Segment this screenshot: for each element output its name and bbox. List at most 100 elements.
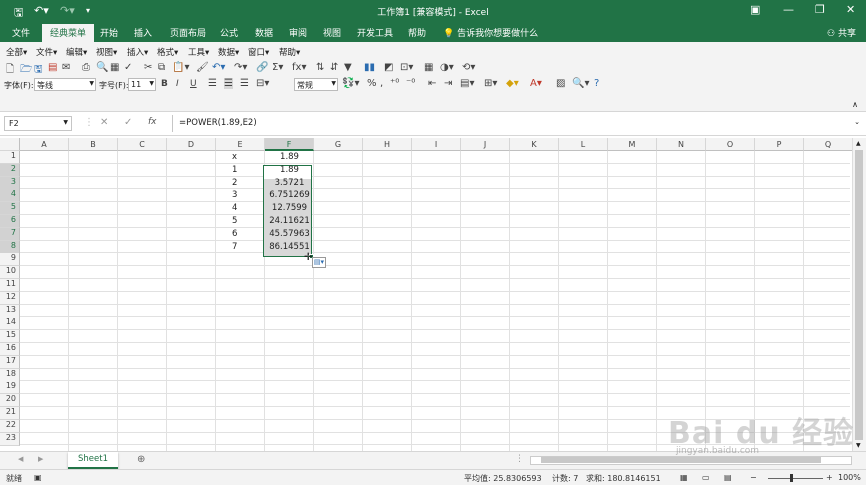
- size-combo[interactable]: 11 ▼: [128, 78, 156, 91]
- find-icon[interactable]: 🔍▾: [572, 78, 589, 89]
- print-icon[interactable]: ⎙: [82, 62, 90, 73]
- conditional-format-icon[interactable]: ▨: [556, 78, 565, 89]
- column-header-h[interactable]: H: [363, 138, 412, 151]
- restore-icon[interactable]: ❐: [815, 3, 825, 16]
- function-icon[interactable]: fx▾: [292, 62, 306, 73]
- filter-icon[interactable]: ▼: [344, 62, 352, 73]
- tab-home[interactable]: 开始: [100, 26, 118, 39]
- menu-tools[interactable]: 工具▾: [188, 46, 209, 58]
- cell-f6[interactable]: 24.11621: [267, 215, 312, 228]
- minimize-icon[interactable]: —: [783, 3, 794, 16]
- zoom-in-icon[interactable]: +: [826, 473, 833, 482]
- tab-page-layout[interactable]: 页面布局: [170, 26, 206, 39]
- grid-icon[interactable]: ▦: [424, 62, 433, 73]
- cell-e5[interactable]: 4: [232, 202, 262, 215]
- worksheet-grid[interactable]: A B C D E F G H I J K L M N O P Q 1 2 3 4 5 6 7 8 9 10 11 12 13 14 15 16…: [0, 138, 866, 451]
- sort-ascending-icon[interactable]: ⇅: [316, 62, 324, 73]
- chart-icon[interactable]: ▮▮: [364, 62, 375, 73]
- cut-icon[interactable]: ✂: [144, 62, 152, 73]
- formula-input[interactable]: =POWER(1.89,E2): [172, 115, 860, 132]
- bold-button[interactable]: B: [161, 79, 168, 89]
- row-header-14[interactable]: 14: [0, 317, 20, 331]
- tab-split-icon[interactable]: ⋮: [515, 454, 524, 464]
- column-header-b[interactable]: B: [69, 138, 118, 151]
- decrease-indent-icon[interactable]: ⇤: [428, 78, 436, 89]
- column-header-l[interactable]: L: [559, 138, 608, 151]
- menu-format[interactable]: 格式▾: [157, 46, 178, 58]
- horizontal-scroll-thumb[interactable]: [541, 457, 821, 463]
- name-box[interactable]: F2 ▼: [4, 116, 72, 131]
- number-format-combo[interactable]: 常规 ▼: [294, 78, 338, 91]
- column-header-i[interactable]: I: [412, 138, 461, 151]
- menu-all[interactable]: 全部▾: [6, 46, 27, 58]
- auto-fill-options-icon[interactable]: ▤▾: [312, 257, 326, 268]
- scroll-down-icon[interactable]: ▼: [856, 442, 861, 449]
- column-header-n[interactable]: N: [657, 138, 706, 151]
- sort-descending-icon[interactable]: ⇵: [330, 62, 338, 73]
- cell-f3[interactable]: 3.5721: [267, 177, 312, 190]
- collapse-ribbon-icon[interactable]: ∧: [852, 100, 858, 109]
- page-layout-view-icon[interactable]: ▭: [702, 473, 710, 482]
- tell-me-search[interactable]: 💡 告诉我你想要做什么: [443, 26, 538, 39]
- undo-icon[interactable]: ↶▾: [212, 62, 225, 73]
- research-icon[interactable]: ▦: [110, 62, 119, 73]
- row-header-11[interactable]: 11: [0, 279, 20, 292]
- menu-window[interactable]: 窗口▾: [248, 46, 269, 58]
- average-value[interactable]: 平均值: 25.8306593: [464, 473, 542, 484]
- zoom-out-icon[interactable]: −: [750, 473, 757, 482]
- row-header-20[interactable]: 20: [0, 394, 20, 408]
- cell-e4[interactable]: 3: [232, 189, 262, 202]
- wrap-icon[interactable]: ▤▾: [460, 78, 474, 89]
- pdf-icon[interactable]: ▤: [48, 62, 57, 73]
- tab-help[interactable]: 帮助: [408, 26, 426, 39]
- menu-file[interactable]: 文件▾: [36, 46, 57, 58]
- row-header-10[interactable]: 10: [0, 266, 20, 280]
- row-header-8[interactable]: 8: [0, 240, 20, 254]
- tab-classic-menu[interactable]: 经典菜单: [42, 24, 95, 42]
- page-break-view-icon[interactable]: ▤: [724, 473, 732, 482]
- column-header-a[interactable]: A: [20, 138, 69, 151]
- row-header-19[interactable]: 19: [0, 381, 20, 395]
- row-header-2[interactable]: 2: [0, 163, 20, 177]
- row-header-13[interactable]: 13: [0, 304, 20, 318]
- menu-help[interactable]: 帮助▾: [279, 46, 300, 58]
- column-header-c[interactable]: C: [118, 138, 167, 151]
- enter-icon[interactable]: ✓: [124, 117, 132, 128]
- increase-indent-icon[interactable]: ⇥: [444, 78, 452, 89]
- macro-icon[interactable]: ⟲▾: [462, 62, 475, 73]
- font-combo[interactable]: 等线 ▼: [34, 78, 96, 91]
- column-header-k[interactable]: K: [510, 138, 559, 151]
- scroll-up-icon[interactable]: ▲: [856, 140, 861, 147]
- insert-function-icon[interactable]: fx: [148, 117, 157, 127]
- cell-f8[interactable]: 86.14551: [267, 241, 312, 250]
- row-header-5[interactable]: 5: [0, 202, 20, 216]
- spelling-icon[interactable]: ✓: [124, 62, 132, 73]
- normal-view-icon[interactable]: ▦: [680, 473, 688, 482]
- zoom-icon[interactable]: ⊡▾: [400, 62, 413, 73]
- tab-review[interactable]: 审阅: [289, 26, 307, 39]
- row-header-4[interactable]: 4: [0, 189, 20, 203]
- format-painter-icon[interactable]: 🖌: [196, 62, 209, 73]
- cell-e7[interactable]: 6: [232, 228, 262, 241]
- column-header-d[interactable]: D: [167, 138, 216, 151]
- comma-icon[interactable]: ,: [380, 78, 383, 89]
- row-header-12[interactable]: 12: [0, 291, 20, 305]
- sum-value[interactable]: 求和: 180.8146151: [586, 473, 661, 484]
- next-sheet-icon[interactable]: ▶: [38, 455, 43, 463]
- row-header-7[interactable]: 7: [0, 227, 20, 241]
- row-header-1[interactable]: 1: [0, 151, 20, 164]
- cell-f4[interactable]: 6.751269: [267, 189, 312, 202]
- row-header-21[interactable]: 21: [0, 407, 20, 420]
- border-icon[interactable]: ⊞▾: [484, 78, 497, 89]
- italic-button[interactable]: I: [176, 79, 179, 89]
- increase-decimal-icon[interactable]: ⁺⁰: [390, 78, 399, 89]
- column-header-f[interactable]: F: [265, 138, 314, 151]
- column-header-p[interactable]: P: [755, 138, 804, 151]
- zoom-slider-knob[interactable]: [790, 474, 793, 482]
- tab-insert[interactable]: 插入: [134, 26, 152, 39]
- autosum-icon[interactable]: Σ▾: [272, 62, 283, 73]
- zoom-slider[interactable]: [768, 478, 823, 479]
- currency-icon[interactable]: 💱▾: [342, 78, 359, 89]
- row-header-9[interactable]: 9: [0, 253, 20, 267]
- align-center-icon[interactable]: ☰: [224, 78, 233, 89]
